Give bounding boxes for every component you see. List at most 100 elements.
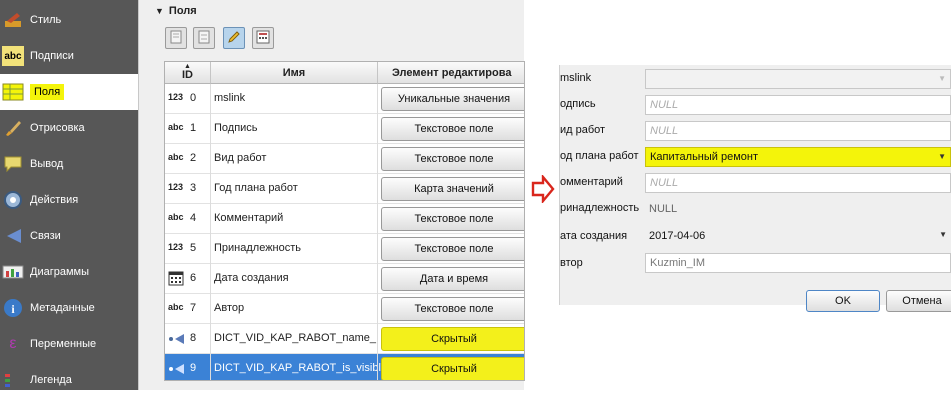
numeric-type-icon: 123: [168, 182, 184, 192]
text-type-icon: abc: [168, 152, 184, 162]
plan-year-dropdown[interactable]: Капитальный ремонт ▼: [645, 147, 951, 167]
sidebar-item-label: Метаданные: [30, 302, 95, 314]
column-header-id[interactable]: ▲ ID: [165, 62, 211, 84]
field-name: DICT_VID_KAP_RABOT_is_visible: [214, 362, 388, 374]
edit-widget-button[interactable]: Текстовое поле: [381, 237, 524, 261]
toggle-edit-mode-button[interactable]: [223, 27, 245, 49]
sidebar-item-rendering[interactable]: Отрисовка: [0, 110, 138, 146]
column-divider: [210, 84, 211, 114]
join-field-icon: [168, 363, 190, 377]
sidebar-item-style[interactable]: Стиль: [0, 2, 138, 38]
sidebar-item-diagrams[interactable]: Диаграммы: [0, 254, 138, 290]
table-row[interactable]: 9 DICT_VID_KAP_RABOT_is_visible Скрытый: [165, 354, 524, 380]
edit-widget-button[interactable]: Уникальные значения: [381, 87, 524, 111]
mslink-dropdown[interactable]: ▼: [645, 69, 951, 89]
calendar-icon: [168, 271, 190, 288]
table-row[interactable]: abc 4 Комментарий Текстовое поле: [165, 204, 524, 234]
column-header-editor[interactable]: Элемент редактирова: [378, 62, 524, 84]
edit-widget-button[interactable]: Скрытый: [381, 327, 524, 351]
sidebar-item-display[interactable]: Вывод: [0, 146, 138, 182]
column-divider: [210, 204, 211, 234]
field-calculator-button[interactable]: [252, 27, 274, 49]
work-type-field[interactable]: NULL: [645, 121, 951, 141]
delete-field-button[interactable]: [193, 27, 215, 49]
sidebar-item-label: Действия: [30, 194, 79, 206]
edit-widget-button[interactable]: Текстовое поле: [381, 117, 524, 141]
field-id: 9: [190, 362, 197, 374]
sidebar-item-joins[interactable]: Связи: [0, 218, 138, 254]
field-name: Год плана работ: [214, 182, 298, 194]
table-row[interactable]: 8 DICT_VID_KAP_RABOT_name_ Скрытый: [165, 324, 524, 354]
sidebar-item-label: Поля: [30, 84, 65, 100]
table-row[interactable]: 123 5 Принадлежность Текстовое поле: [165, 234, 524, 264]
form-label-plan-year: од плана работ: [560, 150, 639, 162]
delete-field-icon: [197, 30, 211, 47]
caption-field[interactable]: NULL: [645, 95, 951, 115]
sidebar-item-metadata[interactable]: i Метаданные: [0, 290, 138, 326]
sidebar-item-legend[interactable]: Легенда: [0, 362, 138, 397]
new-field-button[interactable]: [165, 27, 187, 49]
column-divider: [210, 174, 211, 204]
author-field[interactable]: Kuzmin_IM: [645, 253, 951, 273]
table-row[interactable]: abc 2 Вид работ Текстовое поле: [165, 144, 524, 174]
sidebar-item-label: Отрисовка: [30, 122, 85, 134]
abc-icon: abc: [2, 46, 24, 66]
created-date-picker[interactable]: 2017-04-06 ▼: [645, 226, 951, 246]
info-icon: i: [2, 298, 24, 318]
ok-button[interactable]: OK: [806, 290, 880, 312]
field-name: Вид работ: [214, 152, 267, 164]
field-id: 5: [190, 242, 197, 254]
chevron-down-icon: ▼: [938, 152, 946, 161]
sidebar-item-fields[interactable]: Поля: [0, 74, 138, 110]
column-divider: [377, 234, 378, 264]
variable-icon: ε: [9, 335, 17, 352]
form-label-created-date: ата создания: [560, 230, 628, 242]
table-row[interactable]: 123 3 Год плана работ Карта значений: [165, 174, 524, 204]
join-field-icon: [168, 333, 190, 347]
sidebar-item-variables[interactable]: ε Переменные: [0, 326, 138, 362]
edit-widget-button[interactable]: Скрытый: [381, 357, 524, 380]
table-row[interactable]: abc 7 Автор Текстовое поле: [165, 294, 524, 324]
sidebar-item-labels[interactable]: abc Подписи: [0, 38, 138, 74]
paint-brush-icon: [2, 118, 24, 138]
red-arrow-icon: [531, 173, 555, 206]
column-divider: [210, 264, 211, 294]
comment-field[interactable]: NULL: [645, 173, 951, 193]
speech-bubble-icon: [2, 154, 24, 174]
fields-table: ▲ ID Имя Элемент редактирова 123 0 mslink У…: [164, 61, 525, 381]
column-divider: [377, 324, 378, 354]
field-id: 7: [190, 302, 197, 314]
sidebar-item-actions[interactable]: Действия: [0, 182, 138, 218]
field-id: 3: [190, 182, 197, 194]
edit-widget-button[interactable]: Текстовое поле: [381, 297, 524, 321]
edit-widget-button[interactable]: Дата и время: [381, 267, 524, 291]
section-title: Поля: [168, 5, 197, 17]
sidebar-item-label: Подписи: [30, 50, 74, 62]
form-label-comment: омментарий: [560, 176, 623, 188]
column-header-name[interactable]: Имя: [211, 62, 378, 84]
table-row[interactable]: abc 1 Подпись Текстовое поле: [165, 114, 524, 144]
field-id: 4: [190, 212, 197, 224]
gear-icon: [2, 190, 24, 210]
column-divider: [210, 234, 211, 264]
sidebar-item-label: Диаграммы: [30, 266, 89, 278]
column-divider: [210, 324, 211, 354]
ownership-value: NULL: [649, 203, 678, 215]
field-id: 0: [190, 92, 197, 104]
collapse-triangle-icon[interactable]: ▼: [155, 6, 164, 16]
cancel-button[interactable]: Отмена: [886, 290, 951, 312]
edit-widget-button[interactable]: Текстовое поле: [381, 147, 524, 171]
column-divider: [377, 354, 378, 380]
field-id: 1: [190, 122, 197, 134]
edit-widget-button[interactable]: Текстовое поле: [381, 207, 524, 231]
pencil-icon: [227, 30, 241, 47]
table-row[interactable]: 6 Дата создания Дата и время: [165, 264, 524, 294]
column-divider: [377, 294, 378, 324]
sidebar-item-label: Вывод: [30, 158, 64, 170]
chevron-down-icon: ▼: [938, 74, 946, 83]
fields-section-header[interactable]: ▼ Поля: [155, 5, 197, 17]
new-field-icon: [169, 30, 183, 47]
edit-widget-button[interactable]: Карта значений: [381, 177, 524, 201]
table-row[interactable]: 123 0 mslink Уникальные значения: [165, 84, 524, 114]
column-divider: [210, 144, 211, 174]
